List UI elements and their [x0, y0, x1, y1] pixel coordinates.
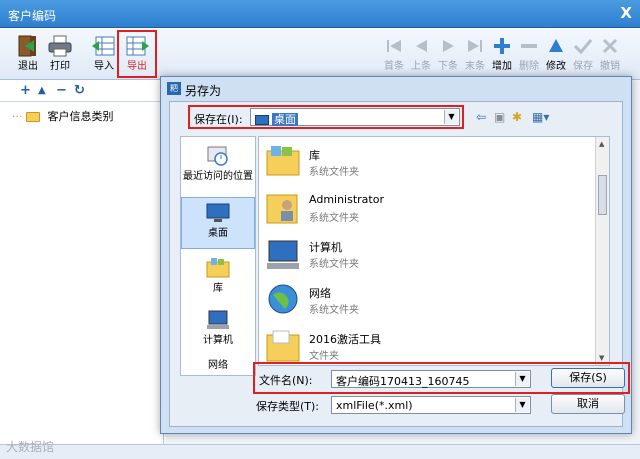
view-menu-icon[interactable]: ▦▾ — [532, 110, 549, 124]
exit-button[interactable]: 退出 — [10, 32, 46, 76]
dialog-app-icon: 粑 — [167, 82, 181, 95]
cancel-button[interactable]: 取消 — [551, 394, 625, 414]
place-label: 计算机 — [203, 335, 233, 346]
tree-refresh-icon[interactable]: ↻ — [74, 83, 85, 98]
print-label: 打印 — [50, 61, 70, 72]
list-item[interactable]: 计算机 系统文件夹 — [265, 233, 565, 279]
save-button[interactable]: 保存(S) — [551, 368, 625, 388]
exit-label: 退出 — [18, 61, 38, 72]
close-icon[interactable]: X — [620, 4, 632, 22]
tree-toolbar: + ▲ − ↻ — [0, 80, 163, 102]
save-in-label: 保存在(I): — [194, 113, 243, 126]
filetype-label: 保存类型(T): — [256, 400, 320, 413]
tree-connector: ··· — [12, 110, 23, 123]
toolbar: 退出 打印 导入 导出 首条 上条 下条 末条 增加 删除 修改 保存 撤销 — [0, 28, 640, 80]
file-list: 库 系统文件夹 Administrator 系统文件夹 计算机 系统文件夹 网络… — [258, 136, 610, 366]
file-name: 网络 — [309, 287, 331, 300]
scroll-up-icon[interactable]: ▲ — [599, 140, 604, 148]
up-folder-icon[interactable]: ▣ — [494, 110, 505, 124]
export-table-icon — [126, 36, 149, 56]
chevron-down-icon[interactable]: ▼ — [515, 398, 529, 412]
cross-icon — [602, 38, 618, 54]
place-label: 库 — [213, 283, 223, 294]
list-item[interactable]: 2016激活工具 文件夹 — [265, 325, 565, 365]
status-bar — [0, 444, 640, 459]
file-type: 系统文件夹 — [309, 259, 359, 270]
category-tree-root[interactable]: ··· 客户信息类别 — [12, 108, 114, 124]
import-table-icon — [92, 36, 115, 56]
print-button[interactable]: 打印 — [42, 32, 78, 76]
file-type: 系统文件夹 — [309, 167, 359, 178]
filename-highlight: 文件名(N): 客户编码170413_160745 ▼ 保存(S) — [253, 362, 630, 394]
save-in-select[interactable]: 桌面 ▼ — [250, 108, 460, 126]
new-folder-icon[interactable]: ✱ — [512, 110, 522, 124]
file-name: 计算机 — [309, 241, 342, 254]
place-computer[interactable]: 计算机 — [181, 305, 255, 357]
place-library[interactable]: 库 — [181, 253, 255, 305]
file-name: 2016激活工具 — [309, 333, 381, 346]
export-label: 导出 — [127, 61, 147, 72]
main-window-titlebar: 客户编码 X — [0, 0, 640, 28]
library-icon — [206, 258, 230, 278]
undo-button[interactable]: 撤销 — [592, 32, 628, 76]
watermark: 大数据馆 — [6, 440, 55, 454]
save-as-dialog: 粑 另存为 保存在(I): 桌面 ▼ ⇦ ▣ ✱ ▦▾ 最近访问的位置 桌面 库… — [160, 76, 632, 434]
undo-label: 撤销 — [600, 61, 620, 72]
printer-icon — [48, 35, 72, 57]
tree-add-icon[interactable]: + — [20, 83, 31, 98]
places-bar: 最近访问的位置 桌面 库 计算机 网络 — [180, 136, 256, 376]
filename-label: 文件名(N): — [259, 374, 313, 387]
place-desktop[interactable]: 桌面 — [181, 197, 255, 249]
list-item[interactable]: Administrator 系统文件夹 — [265, 187, 565, 233]
vertical-scrollbar[interactable]: ▲ ▼ — [595, 137, 609, 365]
scroll-down-icon[interactable]: ▼ — [599, 354, 604, 362]
recent-places-icon — [207, 146, 228, 166]
save-in-value: 桌面 — [272, 113, 298, 126]
tree-remove-icon[interactable]: − — [56, 83, 67, 98]
file-name: Administrator — [309, 193, 384, 206]
file-type: 系统文件夹 — [309, 305, 359, 316]
tree-root-label: 客户信息类别 — [47, 110, 114, 123]
dialog-titlebar: 粑 另存为 — [161, 77, 631, 101]
folder-icon — [266, 330, 300, 362]
back-arrow-icon[interactable]: ⇦ — [476, 110, 486, 124]
file-type: 文件夹 — [309, 351, 339, 362]
chevron-down-icon[interactable]: ▼ — [515, 372, 529, 386]
save-in-highlight: 保存在(I): 桌面 ▼ — [188, 105, 464, 129]
computer-icon — [267, 240, 299, 269]
save-in-row: 保存在(I): 桌面 ▼ ⇦ ▣ ✱ ▦▾ — [170, 102, 624, 132]
dialog-body: 保存在(I): 桌面 ▼ ⇦ ▣ ✱ ▦▾ 最近访问的位置 桌面 库 计算机 网… — [169, 101, 630, 427]
library-folder-icon — [266, 146, 300, 176]
window-title: 客户编码 — [8, 9, 57, 23]
network-globe-icon — [268, 284, 298, 314]
dialog-title: 另存为 — [185, 84, 222, 98]
place-label: 桌面 — [208, 228, 228, 239]
place-label: 网络 — [208, 360, 228, 371]
exit-door-icon — [18, 35, 36, 57]
category-panel: + ▲ − ↻ ··· 客户信息类别 — [0, 80, 164, 444]
list-item[interactable]: 库 系统文件夹 — [265, 141, 565, 187]
folder-icon — [26, 112, 40, 122]
desktop-icon — [255, 115, 269, 125]
place-recent[interactable]: 最近访问的位置 — [181, 141, 255, 193]
computer-icon — [207, 310, 229, 329]
file-name: 库 — [309, 149, 320, 162]
desktop-monitor-icon — [206, 203, 230, 222]
list-item[interactable]: 网络 系统文件夹 — [265, 279, 565, 325]
filetype-select[interactable]: xmlFile(*.xml) ▼ — [331, 396, 531, 414]
file-type: 系统文件夹 — [309, 213, 359, 224]
scroll-thumb[interactable] — [598, 175, 607, 215]
place-network[interactable]: 网络 — [181, 357, 255, 377]
place-label: 最近访问的位置 — [183, 171, 253, 182]
user-folder-icon — [266, 194, 298, 224]
chevron-down-icon[interactable]: ▼ — [444, 110, 458, 124]
filetype-value: xmlFile(*.xml) — [336, 399, 413, 412]
filename-input[interactable]: 客户编码170413_160745 ▼ — [331, 370, 531, 388]
filename-value: 客户编码170413_160745 — [336, 375, 470, 388]
tree-up-icon[interactable]: ▲ — [38, 85, 46, 96]
export-button[interactable]: 导出 — [117, 30, 157, 78]
